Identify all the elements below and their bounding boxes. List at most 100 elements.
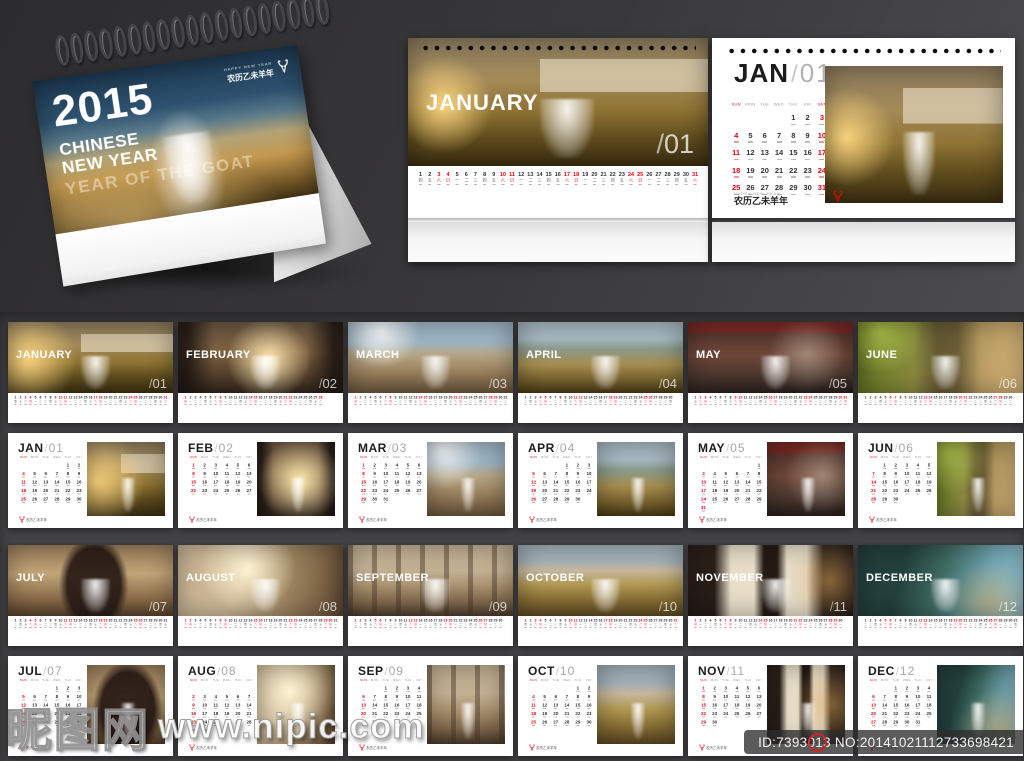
grid-day: 14 [772,149,786,167]
page-title: JUL/07 [18,664,63,678]
weekday-label: TUE [42,679,50,682]
calendar-grid: 1234567891011121314151617181920212223242… [188,686,266,744]
weekday-label: TUE [722,679,730,682]
grid-day: 18 [729,166,743,185]
page-title: FEB/02 [188,441,234,455]
goat-logo-icon [19,744,25,751]
spiral-ring [96,27,115,60]
grid-day: 25 [224,488,230,495]
weekday-label: WED [52,679,61,682]
grid-day: 30 [394,719,400,726]
jan-wedding-photo [825,66,1003,203]
grid-day: 29 [893,719,899,726]
spiral-ring [313,0,331,26]
date-strip: 1 五 2 六 3 日 4 一 5 二 6 三 7 四 8 五 9 六 10 日 11 一 12 二 13 三 14 四 15 五 16 六 1… [688,393,853,423]
weekday-label: SUN [190,679,198,682]
strip-day: 17 六 [562,172,571,185]
weekday-label: SUN [700,456,708,459]
weekday-header-row: SUNMONTUEWEDTHUFRISAT [188,679,266,684]
wedding-photo: NOVEMBER/11 [688,545,853,616]
wedding-photo: DECEMBER/12 [858,545,1023,616]
page-footer: 农历乙未羊年 [698,515,727,525]
weekday-label: WED [902,679,911,682]
photo-pages-row-jul-dec: JULY/07 1 三 2 四 3 五 4 六 5 日 6 一 7 二 8 三 9 四 10 五 11 六 12 日 13 一 14 二… [8,545,1023,646]
strip-day: 30 二 [1008,396,1013,405]
brand-lunar-year: 农历乙未羊年 [196,746,217,751]
weekday-label: SUN [870,679,878,682]
grid-day: 31 [202,728,208,735]
month-photo-page-sep: SEPTEMBER/09 1 二 2 三 3 四 4 五 5 六 6 日 7 一 8 二 9 三 10 四 11 五 12 六 1… [348,545,513,646]
month-grid-page-oct: OCT/10SUNMONTUEWEDTHUFRISAT1234567891011… [518,656,683,756]
strip-day: 8四 [480,172,489,185]
weekday-label: TUE [760,102,769,107]
weekday-label: MON [30,456,39,459]
month-number: /02 [318,376,337,391]
page-title: JUN/06 [868,441,914,455]
strip-day: 9五 [489,172,498,185]
goat-logo-icon [359,516,365,523]
grid-day: 26 [926,488,932,495]
jan-grid-page-main: JAN/01 SUN MON TUE WED THU FRI SAT 1 2 3 4 5 6 7 8 9 10… [712,38,1015,218]
page-footer: 农历乙未羊年 [188,515,217,525]
date-strip: 1 一 2 二 3 三 4 四 5 五 6 六 7 日 8 一 9 二 10 三 11 四 12 五 13 六 14 日 15 一 16 二 1… [858,393,1023,423]
strip-day: 31 六 [690,172,699,185]
page-title: APR/04 [528,441,576,455]
page-footer: 农历乙未羊年 [358,515,387,525]
grid-day: 29 [54,719,60,726]
date-strip: 1 六 2 日 3 一 4 二 5 三 6 四 7 五 8 六 9 日 10 一 11 二 12 三 13 四 14 五 15 六 16 日 1… [178,616,343,646]
strip-day: 31 日 [843,396,848,405]
page-title: AUG/08 [188,664,237,678]
january-wedding-photo: JANUARY /01 [408,38,708,166]
grid-day: 28 [553,496,559,503]
wedding-photo [257,665,335,744]
brand-lunar-year: 农历乙未羊年 [536,746,557,751]
grid-day: 31 [915,719,921,726]
weekday-label: THU [744,456,752,459]
grid-day: 25 [213,719,219,726]
month-name: JANUARY [16,349,73,361]
grid-day: 29 [361,496,367,503]
month-number: /05 [828,376,847,391]
month-pages-grid: JANUARY/01 1 四 2 五 3 六 4 日 5 一 6 二 7 三 8 四 9 五 10 六 11 日 12 一 13 二… [0,312,1024,761]
month-number: /09 [488,599,507,614]
brand-lunar-year: 农历乙未羊年 [26,518,47,523]
grid-day: 27 [235,719,241,726]
month-grid-page-aug: AUG/08SUNMONTUEWEDTHUFRISAT 1234567891011… [178,656,343,756]
weekday-header-row: SUNMONTUEWEDTHUFRISAT [358,456,436,461]
spiral-ring [241,4,259,38]
grid-day: 27 [871,719,877,726]
grid-day: 29 [383,719,389,726]
month-name: AUGUST [186,572,236,584]
date-strip: 1 四 2 五 3 六 4 日 5 一 6 二 7 三 8 四 9 五 10 六 11 日 12 一 13 二 14 三 15 四 16 五 1… [408,166,708,218]
weekday-label: TUE [552,456,560,459]
weekday-label: MON [370,679,379,682]
calendar-grid: 1234567891011121314151617181920212223242… [868,463,946,521]
weekday-label: SUN [870,456,878,459]
weekday-label: FRI [756,679,762,682]
goat-logo-icon [699,744,705,751]
wedding-photo [597,665,675,744]
wedding-photo [87,442,165,516]
goat-logo-icon [529,744,535,751]
brand-lunar-year: 农历乙未羊年 [536,518,557,523]
jan-grid-page: JAN/01 SUN MON TUE WED THU FRI SAT 1 2 3 4 5 6 7 8 9 10… [712,38,1015,262]
strip-day: 23 五 [617,172,626,185]
grid-day: 25 [21,496,27,503]
strip-day: 28 六 [318,396,323,405]
weekday-header-row: SUNMONTUEWEDTHUFRISAT [868,679,946,684]
binding-holes [420,45,696,51]
grid-day: 30 [893,496,899,503]
month-name: APRIL [526,349,562,361]
grid-day: 1 [786,114,800,132]
weekday-label: WED [773,102,784,107]
strip-day: 18 日 [572,172,581,185]
weekday-header-row: SUNMONTUEWEDTHUFRISAT [528,679,606,684]
grid-day: 25 [734,711,740,718]
strip-day: 28 三 [663,172,672,185]
strip-day: 14 三 [535,172,544,185]
month-name: JUNE [866,349,898,361]
weekday-label: FRI [926,456,932,459]
image-id-watermark: ID:7393013 NO:20141021112733698421 [744,730,1024,754]
weekday-label: TUE [382,456,390,459]
grid-day: 27 [43,496,49,503]
